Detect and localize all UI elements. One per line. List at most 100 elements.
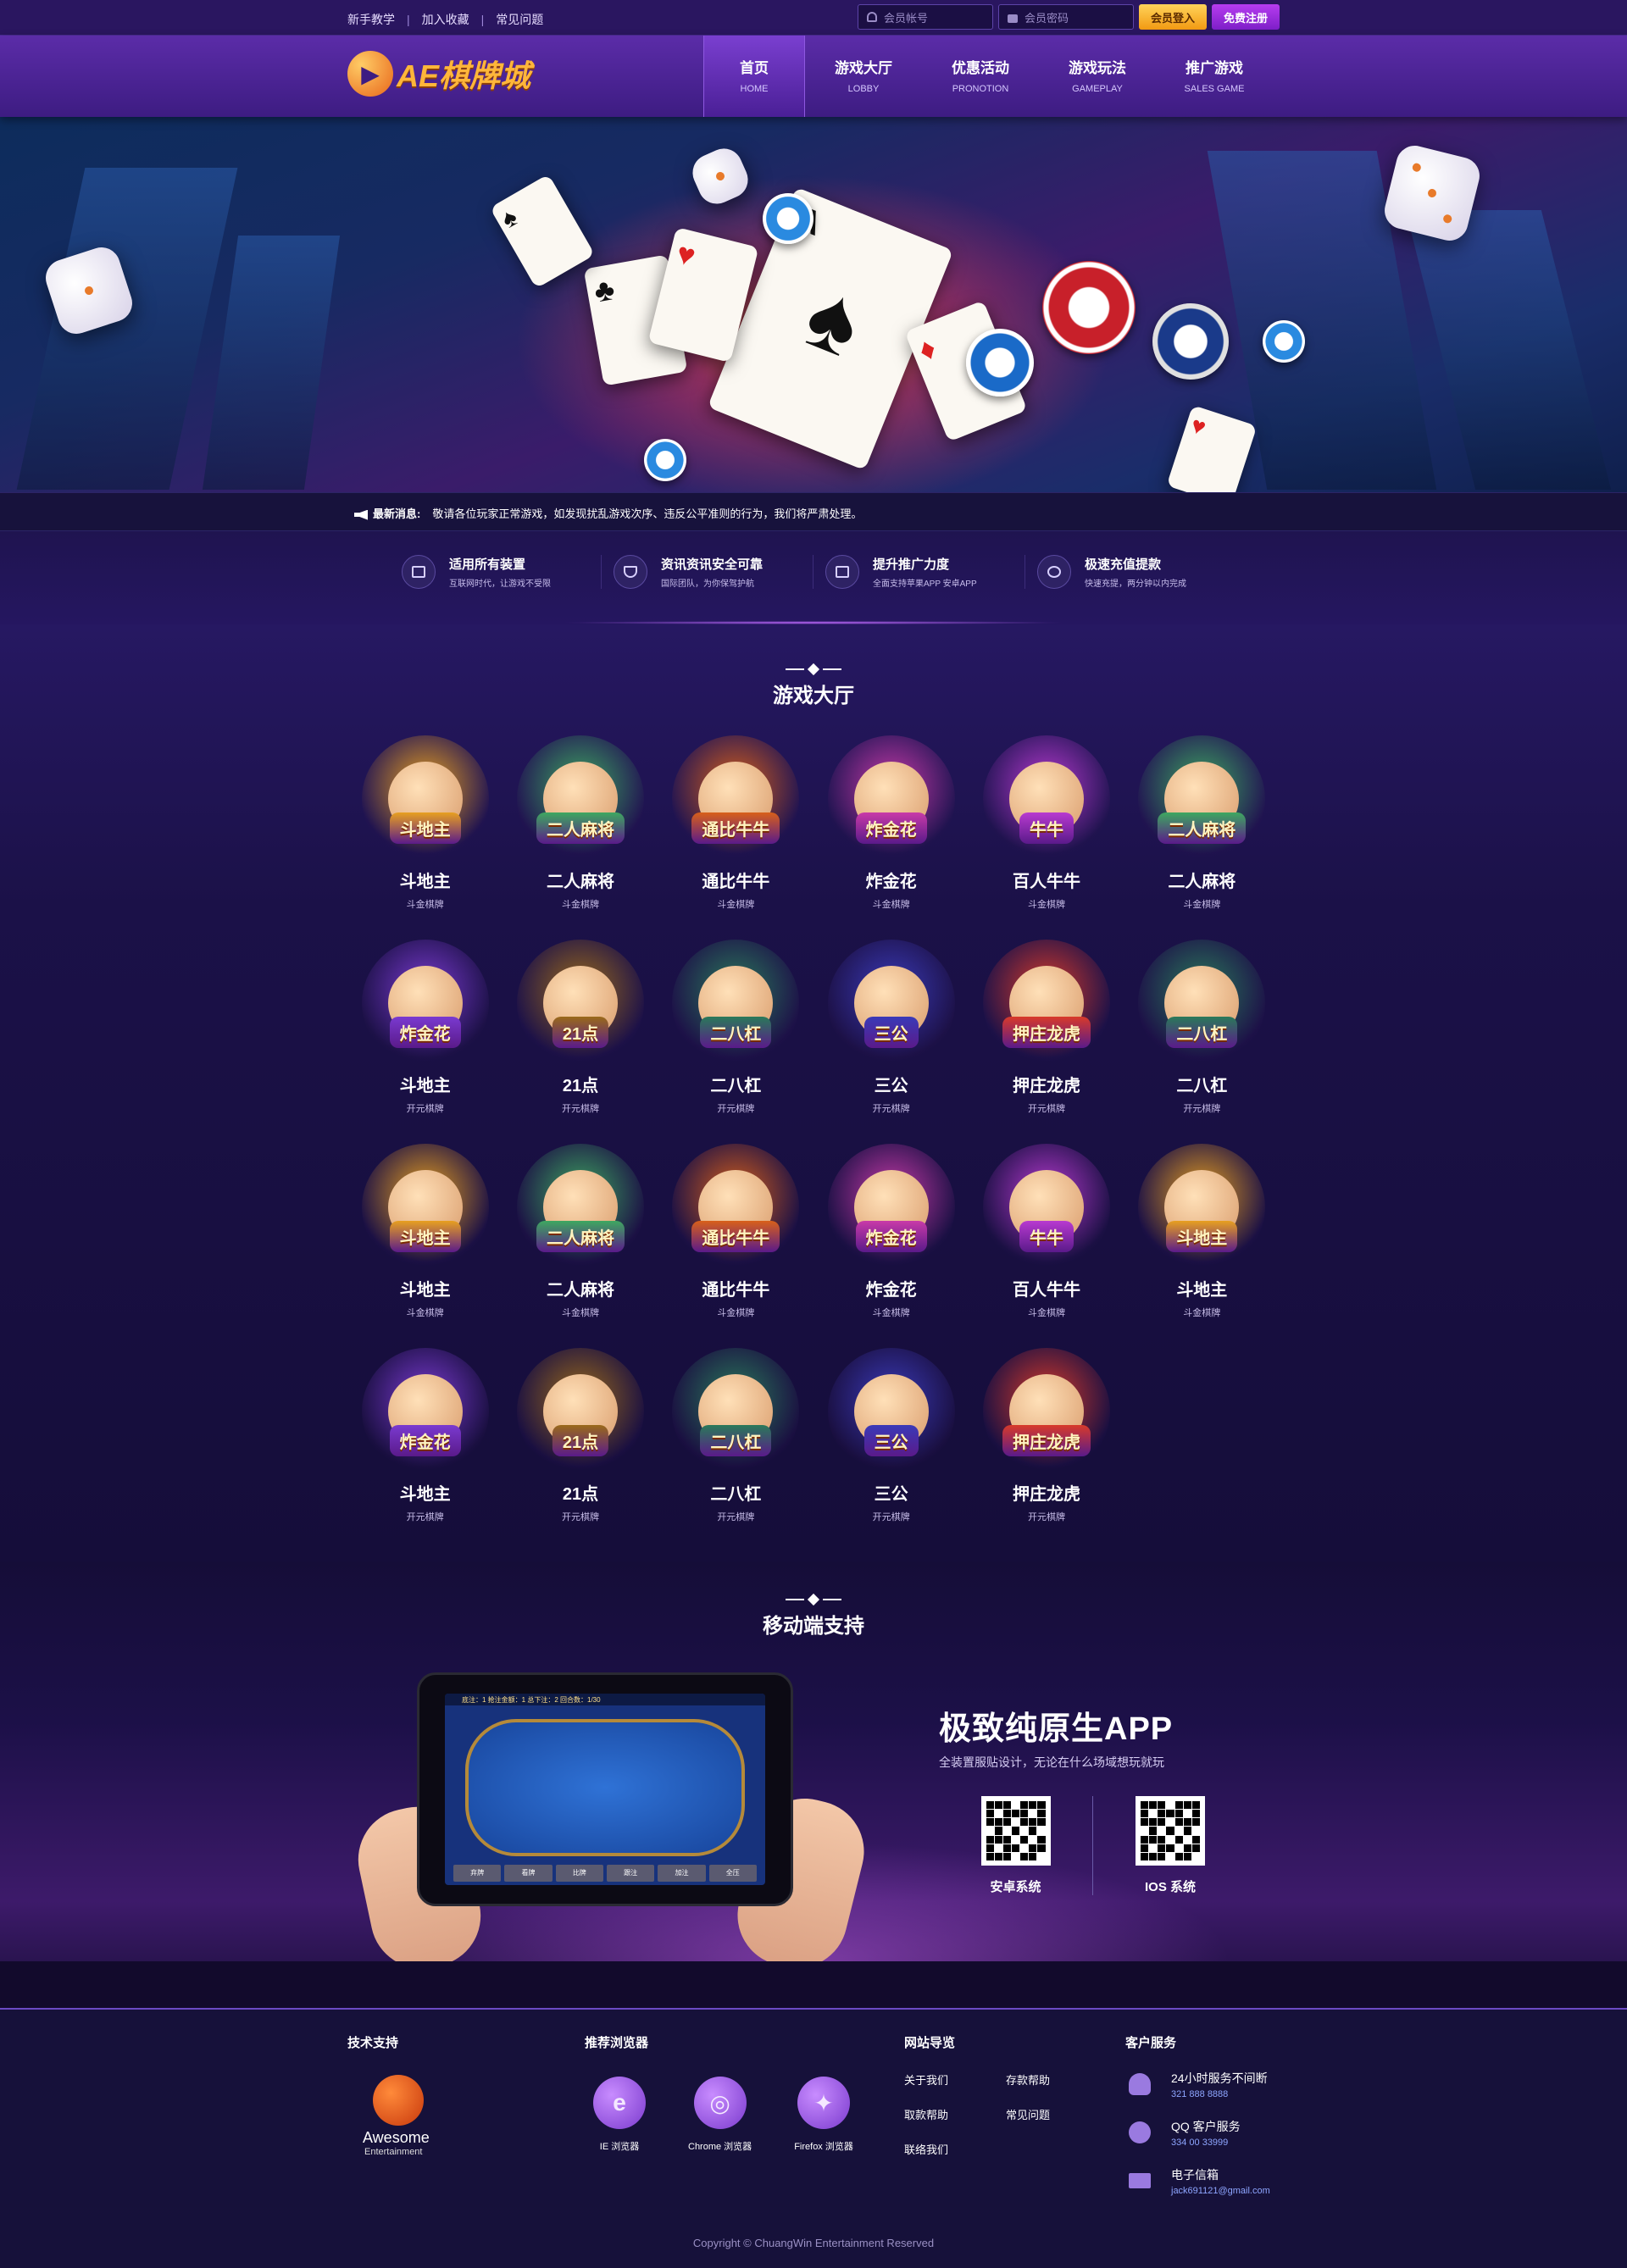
qr-android[interactable]: 安卓系统 xyxy=(939,1796,1093,1895)
app-headline: 极致纯原生APP xyxy=(939,1711,1174,1747)
app-promo: 极致纯原生APP 全装置服贴设计，无论在什么场域想玩就玩 安卓系统 IOS 系统 xyxy=(939,1702,1247,1895)
game-card[interactable]: 斗地主 斗地主 斗金棋牌 xyxy=(347,1144,503,1319)
game-name: 三公 xyxy=(874,1077,908,1095)
game-badge: 二人麻将 xyxy=(536,812,625,844)
game-badge: 二八杠 xyxy=(700,1017,772,1048)
link-bookmark[interactable]: 加入收藏 xyxy=(422,11,469,28)
game-grid: 斗地主 斗地主 斗金棋牌 二人麻将 二人麻将 斗金棋牌 通比牛牛 通比牛牛 斗金棋牌 炸金花 炸金花… xyxy=(347,735,1280,1523)
game-name: 炸金花 xyxy=(865,873,917,891)
poker-chip-icon xyxy=(1263,320,1305,363)
site-logo[interactable]: ▶ AE棋牌城 xyxy=(347,51,530,97)
main-nav: 首页 HOME 游戏大厅 LOBBY 优惠活动 PRONOTION 游戏玩法 GAMEP… xyxy=(703,36,1273,117)
game-provider: 开元棋牌 xyxy=(406,1512,444,1522)
game-lobby: 游戏大厅 斗地主 斗地主 斗金棋牌 二人麻将 二人麻将 斗金棋牌 通比牛牛 通比牛牛 斗金棋牌炸… xyxy=(0,624,1627,1561)
logo-text: AE棋牌城 xyxy=(397,58,531,93)
game-badge: 21点 xyxy=(552,1017,609,1048)
game-badge: 炸金花 xyxy=(389,1017,461,1048)
ie-icon: e xyxy=(593,2077,646,2129)
service-hotline[interactable]: 24小时服务不间断 321 888 8888 xyxy=(1125,2070,1270,2099)
game-icon: 炸金花 xyxy=(361,1348,489,1475)
game-icon: 押庄龙虎 xyxy=(982,1348,1110,1475)
game-name: 通比牛牛 xyxy=(702,873,770,891)
game-card[interactable]: 二八杠 二八杠 开元棋牌 xyxy=(1124,940,1280,1115)
game-card[interactable]: 二八杠 二八杠 开元棋牌 xyxy=(658,1348,814,1523)
link-about[interactable]: 关于我们 xyxy=(904,2071,1006,2088)
game-card[interactable]: 押庄龙虎 押庄龙虎 开元棋牌 xyxy=(969,940,1124,1115)
game-card[interactable]: 二八杠 二八杠 开元棋牌 xyxy=(658,940,814,1115)
username-input[interactable]: 会员帐号 xyxy=(857,4,993,30)
nav-promotion[interactable]: 优惠活动 PRONOTION xyxy=(922,36,1039,117)
game-provider: 斗金棋牌 xyxy=(717,900,755,910)
mobile-title: 移动端支持 xyxy=(763,1615,864,1638)
game-card[interactable]: 二人麻将 二人麻将 斗金棋牌 xyxy=(1124,735,1280,911)
game-card[interactable]: 炸金花 斗地主 开元棋牌 xyxy=(347,1348,503,1523)
nav-sales-game[interactable]: 推广游戏 SALES GAME xyxy=(1156,36,1273,117)
service-qq[interactable]: QQ 客户服务 334 00 33999 xyxy=(1125,2118,1270,2148)
service-email[interactable]: 电子信箱 jack691121@gmail.com xyxy=(1125,2166,1270,2196)
game-name: 三公 xyxy=(874,1485,908,1504)
lobby-heading: 游戏大厅 xyxy=(0,663,1627,708)
game-card[interactable]: 二人麻将 二人麻将 斗金棋牌 xyxy=(503,1144,658,1319)
game-card[interactable]: 三公 三公 开元棋牌 xyxy=(814,940,969,1115)
game-card[interactable]: 斗地主 斗地主 斗金棋牌 xyxy=(347,735,503,911)
mail-icon xyxy=(1125,2166,1154,2195)
game-card[interactable]: 牛牛 百人牛牛 斗金棋牌 xyxy=(969,1144,1124,1319)
game-provider: 开元棋牌 xyxy=(1183,1104,1221,1114)
game-card[interactable]: 炸金花 炸金花 斗金棋牌 xyxy=(814,1144,969,1319)
firefox-browser-link[interactable]: ✦ Firefox 浏览器 xyxy=(794,2077,853,2153)
game-name: 21点 xyxy=(562,1077,599,1095)
link-tutorial[interactable]: 新手教学 xyxy=(347,11,395,28)
game-card[interactable]: 炸金花 炸金花 斗金棋牌 xyxy=(814,735,969,911)
footer-tech: 技术支持 Awesome Entertainment xyxy=(347,2036,430,2157)
chrome-browser-link[interactable]: ◎ Chrome 浏览器 xyxy=(688,2077,752,2153)
game-name: 押庄龙虎 xyxy=(1012,1077,1080,1095)
game-card[interactable]: 三公 三公 开元棋牌 xyxy=(814,1348,969,1523)
game-card[interactable]: 21点 21点开元棋牌 xyxy=(503,940,658,1115)
game-badge: 斗地主 xyxy=(389,812,461,844)
game-icon: 21点 xyxy=(516,940,644,1067)
game-provider: 斗金棋牌 xyxy=(406,900,444,910)
link-contact[interactable]: 联络我们 xyxy=(904,2141,1006,2157)
spade-ornament-icon xyxy=(0,1593,1627,1606)
poker-chip-icon xyxy=(763,193,814,244)
app-subtitle: 全装置服贴设计，无论在什么场域想玩就玩 xyxy=(939,1755,1164,1769)
login-button[interactable]: 会员登入 xyxy=(1138,4,1207,30)
link-faq[interactable]: 常见问题 xyxy=(1006,2106,1091,2122)
awesome-logo-icon xyxy=(373,2075,424,2126)
game-provider: 斗金棋牌 xyxy=(561,900,599,910)
nav-lobby[interactable]: 游戏大厅 LOBBY xyxy=(805,36,922,117)
game-card[interactable]: 牛牛 百人牛牛 斗金棋牌 xyxy=(969,735,1124,911)
game-badge: 二人麻将 xyxy=(1158,812,1247,844)
footer-service: 客户服务 24小时服务不间断 321 888 8888 QQ 客户服务 334 00… xyxy=(1125,2036,1270,2196)
link-withdraw-help[interactable]: 取款帮助 xyxy=(904,2106,1006,2122)
nav-gameplay[interactable]: 游戏玩法 GAMEPLAY xyxy=(1039,36,1156,117)
game-icon: 三公 xyxy=(827,940,955,1067)
game-provider: 开元棋牌 xyxy=(872,1104,910,1114)
heart-card: ♥ xyxy=(1166,405,1258,492)
game-card[interactable]: 通比牛牛 通比牛牛 斗金棋牌 xyxy=(658,735,814,911)
link-deposit-help[interactable]: 存款帮助 xyxy=(1006,2071,1091,2088)
game-provider: 斗金棋牌 xyxy=(1027,900,1065,910)
separator: | xyxy=(480,13,485,26)
game-provider: 开元棋牌 xyxy=(561,1104,599,1114)
game-card[interactable]: 21点 21点 开元棋牌 xyxy=(503,1348,658,1523)
game-card[interactable]: 炸金花 斗地主 开元棋牌 xyxy=(347,940,503,1115)
game-icon: 炸金花 xyxy=(827,735,955,862)
game-card[interactable]: 押庄龙虎 押庄龙虎 开元棋牌 xyxy=(969,1348,1124,1523)
link-faq[interactable]: 常见问题 xyxy=(496,11,543,28)
nav-home[interactable]: 首页 HOME xyxy=(703,36,805,117)
game-card[interactable]: 二人麻将 二人麻将 斗金棋牌 xyxy=(503,735,658,911)
game-icon: 炸金花 xyxy=(361,940,489,1067)
shield-icon xyxy=(614,555,647,589)
dollar-icon xyxy=(1037,555,1071,589)
game-card[interactable]: 通比牛牛 通比牛牛 斗金棋牌 xyxy=(658,1144,814,1319)
qr-ios[interactable]: IOS 系统 xyxy=(1093,1796,1247,1895)
news-ticker: 最新消息: 敬请各位玩家正常游戏，如发现扰乱游戏次序、违反公平准则的行为，我们将严… xyxy=(0,492,1627,531)
password-input[interactable]: 会员密码 xyxy=(997,4,1134,30)
game-icon: 牛牛 xyxy=(982,735,1110,862)
register-button[interactable]: 免费注册 xyxy=(1211,4,1280,30)
features-strip: 适用所有装置 互联网时代，让游戏不受限 资讯资讯安全可靠 国际团队，为你保驾护航 提… xyxy=(0,531,1627,624)
game-card[interactable]: 斗地主 斗地主 斗金棋牌 xyxy=(1124,1144,1280,1319)
ie-browser-link[interactable]: e IE 浏览器 xyxy=(593,2077,646,2153)
speaker-icon xyxy=(354,509,368,520)
